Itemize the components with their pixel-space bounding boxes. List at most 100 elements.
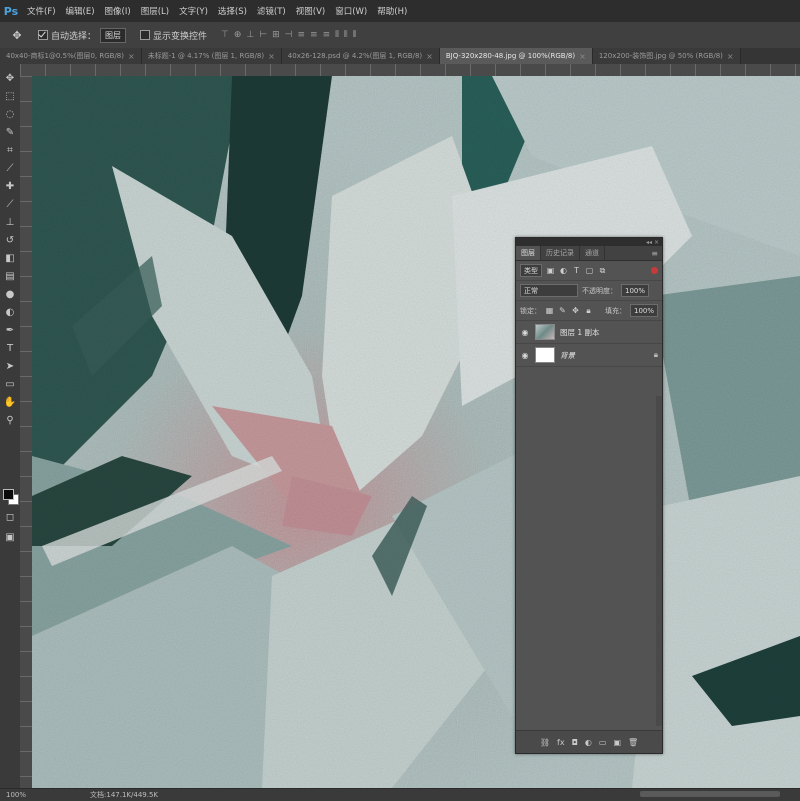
- eyedropper-icon[interactable]: ⟋: [2, 160, 18, 176]
- screen-mode-icon[interactable]: ▣: [2, 529, 18, 545]
- eye-icon[interactable]: ◉: [520, 328, 530, 337]
- adjustment-layer-icon[interactable]: ◐: [585, 738, 592, 747]
- menu-type[interactable]: 文字(Y): [174, 5, 213, 17]
- move-tool-preset-icon[interactable]: ✥: [6, 27, 28, 43]
- crop-icon[interactable]: ⌗: [2, 142, 18, 158]
- fill-input[interactable]: 100%: [629, 304, 658, 317]
- document-tab[interactable]: 40x40-商标1@0.5%(图层0, RGB/8) ×: [0, 48, 142, 64]
- menu-image[interactable]: 图像(I): [100, 5, 136, 17]
- eye-icon[interactable]: ◉: [520, 351, 530, 360]
- filter-kind-select[interactable]: 类型: [520, 264, 542, 277]
- document-tab[interactable]: 40x26-128.psd @ 4.2%(图层 1, RGB/8) ×: [281, 48, 440, 64]
- menu-filter[interactable]: 滤镜(T): [252, 5, 291, 17]
- tab-label: 未标题-1 @ 4.17% (图层 1, RGB/8): [147, 52, 265, 60]
- blend-mode-select[interactable]: 正常: [520, 284, 578, 297]
- document-tab[interactable]: 120x200-装饰图.jpg @ 50% (RGB/8) ×: [592, 48, 741, 64]
- lock-position-icon[interactable]: ✥: [571, 306, 580, 315]
- gradient-icon[interactable]: ▤: [2, 268, 18, 284]
- marquee-icon[interactable]: ⬚: [2, 88, 18, 104]
- distribute-right-icon[interactable]: ⫴: [353, 30, 357, 40]
- show-transform-checkbox[interactable]: 显示变换控件: [140, 29, 207, 42]
- menu-file[interactable]: 文件(F): [22, 5, 61, 17]
- lock-all-icon[interactable]: 🔒︎: [584, 306, 593, 316]
- clone-stamp-icon[interactable]: ⊥: [2, 214, 18, 230]
- lasso-icon[interactable]: ◌: [2, 106, 18, 122]
- filter-toggle[interactable]: [651, 267, 658, 274]
- close-icon[interactable]: ×: [579, 52, 586, 61]
- close-icon[interactable]: ×: [727, 52, 734, 61]
- horizontal-scrollbar[interactable]: [640, 791, 780, 797]
- quick-mask-icon[interactable]: ◻: [2, 509, 18, 525]
- zoom-level[interactable]: 100%: [0, 791, 26, 799]
- move-icon[interactable]: ✥: [2, 70, 18, 86]
- menu-select[interactable]: 选择(S): [213, 5, 252, 17]
- align-center-icon[interactable]: ⊞: [272, 30, 280, 40]
- quick-select-icon[interactable]: ✎: [2, 124, 18, 140]
- panel-menu-icon[interactable]: ≡: [651, 246, 662, 260]
- close-icon[interactable]: ×: [268, 52, 275, 61]
- brush-icon[interactable]: ⟋: [2, 196, 18, 212]
- tab-channels[interactable]: 通道: [580, 246, 605, 260]
- link-layers-icon[interactable]: ⛓: [540, 738, 550, 747]
- healing-icon[interactable]: ✚: [2, 178, 18, 194]
- opacity-input[interactable]: 100%: [621, 284, 650, 297]
- fx-icon[interactable]: fx: [557, 738, 565, 747]
- checkbox-unchecked-icon[interactable]: [140, 30, 151, 40]
- filter-adjustment-icon[interactable]: ◐: [559, 266, 568, 275]
- distribute-middle-icon[interactable]: ≡: [310, 30, 318, 40]
- menu-edit[interactable]: 编辑(E): [61, 5, 100, 17]
- foreground-color-swatch[interactable]: [3, 489, 14, 500]
- align-left-icon[interactable]: ⊢: [259, 30, 267, 40]
- distribute-bottom-icon[interactable]: ≡: [323, 30, 331, 40]
- panel-collapse-bar[interactable]: ◂◂ ×: [516, 238, 662, 246]
- new-group-icon[interactable]: ▭: [599, 738, 607, 747]
- shape-icon[interactable]: ▭: [2, 376, 18, 392]
- filter-pixel-icon[interactable]: ▣: [546, 266, 555, 275]
- filter-shape-icon[interactable]: ▢: [585, 266, 594, 275]
- lock-row: 锁定： ▦ ✎ ✥ 🔒︎ 填充： 100%: [516, 301, 662, 321]
- pen-icon[interactable]: ✒: [2, 322, 18, 338]
- auto-select-checkbox[interactable]: 自动选择：: [38, 29, 96, 42]
- lock-transparency-icon[interactable]: ▦: [545, 306, 554, 315]
- layer-row[interactable]: ◉ 背景 🔒︎: [516, 344, 662, 367]
- layer-row[interactable]: ◉ 图层 1 副本: [516, 321, 662, 344]
- path-select-icon[interactable]: ➤: [2, 358, 18, 374]
- filter-type-icon[interactable]: T: [572, 266, 581, 275]
- zoom-icon[interactable]: ⚲: [2, 412, 18, 428]
- menu-layer[interactable]: 图层(L): [136, 5, 174, 17]
- close-icon[interactable]: ×: [426, 52, 433, 61]
- align-middle-icon[interactable]: ⊕: [234, 30, 242, 40]
- align-buttons: ⊤ ⊕ ⊥ ⊢ ⊞ ⊣ ≡ ≡ ≡ ⫴ ⫴ ⫴: [221, 30, 356, 40]
- delete-layer-icon[interactable]: 🗑︎: [628, 738, 638, 747]
- hand-icon[interactable]: ✋: [2, 394, 18, 410]
- document-tab-active[interactable]: BJQ-320x280-48.jpg @ 100%(RGB/8) ×: [439, 48, 593, 64]
- menu-window[interactable]: 窗口(W): [330, 5, 372, 17]
- distribute-left-icon[interactable]: ⫴: [335, 30, 339, 40]
- lock-pixels-icon[interactable]: ✎: [558, 306, 567, 315]
- history-brush-icon[interactable]: ↺: [2, 232, 18, 248]
- auto-select-target-select[interactable]: 图层: [100, 27, 127, 43]
- blur-icon[interactable]: ●: [2, 286, 18, 302]
- distribute-top-icon[interactable]: ≡: [298, 30, 306, 40]
- checkbox-checked-icon[interactable]: [38, 30, 48, 40]
- layers-scrollbar[interactable]: [656, 396, 662, 726]
- photoshop-logo: Ps: [3, 4, 19, 18]
- add-mask-icon[interactable]: ◘: [572, 738, 578, 747]
- new-layer-icon[interactable]: ▣: [613, 738, 621, 747]
- align-right-icon[interactable]: ⊣: [285, 30, 293, 40]
- type-icon[interactable]: T: [2, 340, 18, 356]
- tab-layers[interactable]: 图层: [516, 246, 541, 260]
- align-bottom-icon[interactable]: ⊥: [246, 30, 254, 40]
- layer-name: 图层 1 副本: [560, 327, 600, 337]
- document-tab[interactable]: 未标题-1 @ 4.17% (图层 1, RGB/8) ×: [141, 48, 282, 64]
- align-top-icon[interactable]: ⊤: [221, 30, 229, 40]
- eraser-icon[interactable]: ◧: [2, 250, 18, 266]
- menu-help[interactable]: 帮助(H): [372, 5, 412, 17]
- close-icon[interactable]: ×: [128, 52, 135, 61]
- distribute-center-icon[interactable]: ⫴: [344, 30, 348, 40]
- tab-history[interactable]: 历史记录: [541, 246, 580, 260]
- filter-smart-object-icon[interactable]: ⧉: [598, 266, 607, 276]
- dodge-icon[interactable]: ◐: [2, 304, 18, 320]
- menu-view[interactable]: 视图(V): [291, 5, 330, 17]
- document-canvas[interactable]: [32, 76, 800, 788]
